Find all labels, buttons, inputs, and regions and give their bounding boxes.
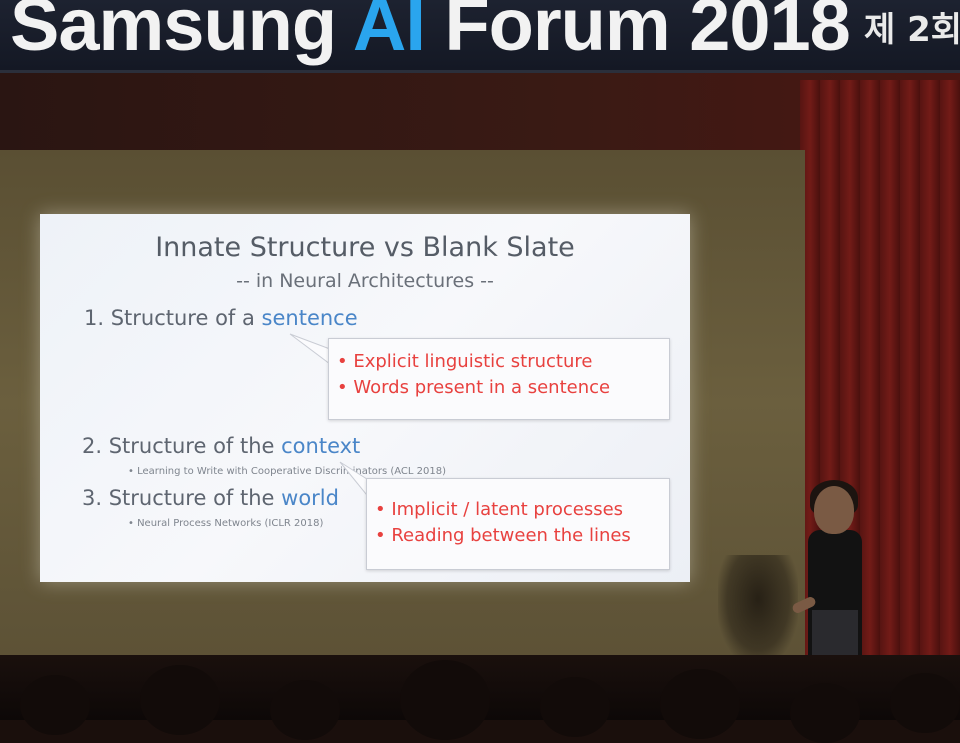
banner-title-ai: AI bbox=[352, 0, 426, 66]
slide-title: Innate Structure vs Blank Slate bbox=[155, 232, 575, 263]
callout-2-line-2: • Reading between the lines bbox=[375, 525, 631, 546]
slide-item-2-highlight: context bbox=[281, 434, 361, 458]
audience bbox=[0, 655, 960, 743]
audience-head bbox=[890, 673, 960, 733]
slide-item-3: 3. Structure of the world bbox=[82, 486, 339, 510]
speaker-head bbox=[814, 486, 854, 534]
callout-1: • Explicit linguistic structure • Words … bbox=[328, 338, 670, 420]
slide-item-1-prefix: 1. Structure of a bbox=[84, 306, 262, 330]
callout-1-line-2: • Words present in a sentence bbox=[337, 377, 611, 398]
banner-title-part2: Forum 2018 bbox=[424, 0, 850, 66]
banner-right-text: 제 2회 bbox=[864, 10, 960, 50]
slide-item-3-prefix: 3. Structure of the bbox=[82, 486, 282, 510]
callout-1-line-1: • Explicit linguistic structure bbox=[337, 351, 593, 372]
slide-item-2: 2. Structure of the context bbox=[82, 434, 360, 458]
speaker-shadow bbox=[718, 555, 798, 665]
audience-head bbox=[400, 660, 490, 740]
slide-item-2-reference: • Learning to Write with Cooperative Dis… bbox=[128, 466, 447, 477]
callout-2-line-1: • Implicit / latent processes bbox=[375, 499, 624, 520]
audience-head bbox=[140, 665, 220, 735]
banner-title: Samsung AI Forum 2018 bbox=[10, 0, 851, 67]
audience-head bbox=[660, 669, 740, 739]
presentation-slide: Innate Structure vs Blank Slate -- in Ne… bbox=[40, 214, 690, 582]
banner-title-part1: Samsung bbox=[10, 0, 353, 66]
slide-item-2-prefix: 2. Structure of the bbox=[82, 434, 282, 458]
audience-head bbox=[540, 677, 610, 737]
audience-head bbox=[270, 680, 340, 740]
slide-item-3-reference: • Neural Process Networks (ICLR 2018) bbox=[128, 518, 324, 529]
slide-item-3-highlight: world bbox=[281, 486, 339, 510]
slide-item-1: 1. Structure of a sentence bbox=[84, 306, 358, 330]
audience-head bbox=[790, 683, 860, 743]
callout-2: • Implicit / latent processes • Reading … bbox=[366, 478, 670, 570]
event-banner: Samsung AI Forum 2018 제 2회 bbox=[0, 0, 960, 73]
slide-subtitle: -- in Neural Architectures -- bbox=[236, 270, 494, 292]
slide-item-1-highlight: sentence bbox=[261, 306, 358, 330]
audience-head bbox=[20, 675, 90, 735]
